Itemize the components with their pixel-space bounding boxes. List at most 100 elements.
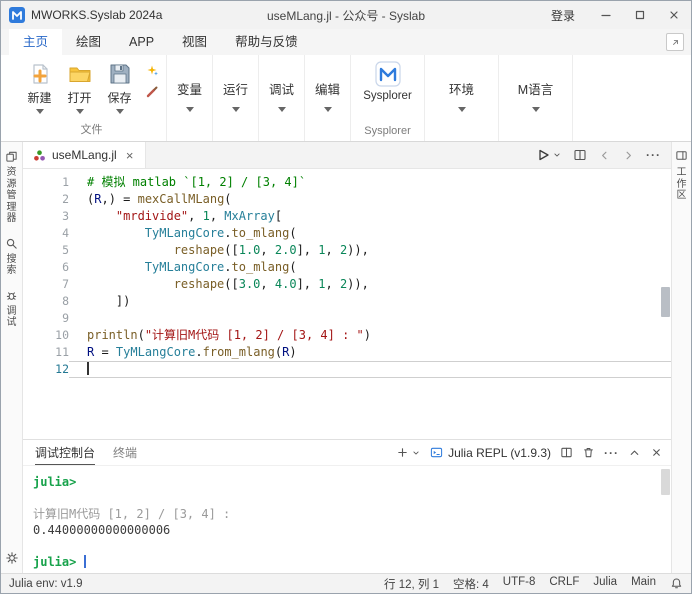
split-panel-icon[interactable] [560, 446, 573, 459]
save-button-label: 保存 [107, 91, 132, 105]
ribbon-group-环境[interactable]: 环境 [425, 55, 499, 141]
ribbon-tab-bar: 主页 绘图 APP 视图 帮助与反馈 [1, 29, 691, 55]
chevron-up-icon[interactable] [628, 446, 641, 459]
text-cursor [87, 362, 89, 375]
code-line[interactable]: 1 # 模拟 matlab `[1, 2] / [3, 4]` [23, 174, 671, 191]
sidebar-item-explorer[interactable]: 资源管理器 [5, 150, 18, 225]
status-item[interactable]: Julia [593, 576, 617, 592]
chevron-down-icon [277, 107, 286, 112]
tab-debug-console[interactable]: 调试控制台 [35, 440, 96, 465]
close-icon[interactable] [123, 148, 137, 163]
code-line[interactable]: 10 println("计算旧M代码 [1, 2] / [3, 4] : ") [23, 327, 671, 344]
sidebar-item-search[interactable]: 搜索 [5, 237, 18, 277]
chevron-down-icon [457, 107, 466, 112]
status-item[interactable]: UTF-8 [503, 576, 536, 592]
chevron-down-icon [115, 109, 124, 114]
ribbon-collapse-icon[interactable] [666, 33, 684, 51]
ribbon-tab-帮助与反馈[interactable]: 帮助与反馈 [221, 29, 312, 55]
julia-env-status[interactable]: Julia env: v1.9 [1, 578, 83, 590]
editor-column: useMLang.jl × ··· 1 # 模拟 matlab `[1, 2] … [23, 142, 671, 573]
open-button[interactable]: 打开 [61, 60, 99, 114]
titlebar-controls: 登录 [537, 1, 691, 29]
code-line[interactable]: 6 TyMLangCore.to_mlang( [23, 259, 671, 276]
code-lines: 1 # 模拟 matlab `[1, 2] / [3, 4]` 2 (R,) = me… [23, 174, 671, 378]
minimize-button[interactable] [589, 1, 623, 29]
debug-icon [5, 289, 18, 302]
tab-terminal[interactable]: 终端 [113, 440, 137, 465]
ribbon-group-M语言[interactable]: M语言 [499, 55, 573, 141]
brush-icon[interactable] [145, 85, 159, 99]
back-icon[interactable] [598, 149, 611, 162]
sidebar-item-workspace[interactable]: 工作区 [675, 149, 688, 202]
status-item[interactable]: 空格: 4 [453, 576, 489, 592]
editor-tab-usemlang[interactable]: useMLang.jl [23, 142, 146, 168]
ribbon-group-sysplorer: Sysplorer Sysplorer [351, 55, 425, 141]
code-line[interactable]: 4 TyMLangCore.to_mlang( [23, 225, 671, 242]
editor-scrollbar[interactable] [661, 287, 670, 317]
sysplorer-icon [374, 61, 401, 87]
explorer-label: 资源管理器 [6, 167, 17, 224]
status-item[interactable]: Main [631, 576, 656, 592]
main-area: 资源管理器 搜索 调试 useMLang.jl × ··· 1 # 模拟 mat… [1, 142, 691, 573]
close-panel-icon[interactable] [650, 446, 663, 459]
open-button-label: 打开 [67, 91, 92, 105]
console-scrollbar[interactable] [661, 469, 670, 495]
panel-controls: Julia REPL (v1.9.3) [396, 446, 671, 460]
ribbon-tab-绘图[interactable]: 绘图 [62, 29, 115, 55]
ribbon-tab-APP[interactable]: APP [115, 29, 168, 55]
ribbon: 新建 打开 保存 文件 变量 运行 调试 编辑 Sysplorer Sysplo… [1, 55, 691, 142]
status-right: 行 12, 列 1 空格: 4 UTF-8 CRLF Julia Main [384, 576, 691, 592]
new-button[interactable]: 新建 [21, 60, 59, 114]
split-editor-icon[interactable] [573, 148, 587, 162]
titlebar-left: MWORKS.Syslab 2024a [1, 7, 162, 23]
code-line[interactable]: 5 reshape([1.0, 2.0], 1, 2)), [23, 242, 671, 259]
ribbon-tab-主页[interactable]: 主页 [9, 29, 63, 55]
more-panel-actions-icon[interactable] [604, 446, 619, 460]
forward-icon[interactable] [622, 149, 635, 162]
code-line[interactable]: 9 [23, 310, 671, 327]
ribbon-tab-视图[interactable]: 视图 [168, 29, 221, 55]
status-item[interactable]: CRLF [549, 576, 579, 592]
file-group-buttons: 新建 打开 保存 [17, 55, 166, 114]
status-item[interactable]: 行 12, 列 1 [384, 576, 439, 592]
sysplorer-button-label: Sysplorer [363, 90, 412, 102]
wand-icon[interactable] [145, 64, 159, 78]
code-line[interactable]: 12 [23, 361, 671, 378]
sysplorer-button[interactable]: Sysplorer [353, 55, 423, 102]
ribbon-group-变量[interactable]: 变量 [167, 55, 213, 141]
bottom-panel: 调试控制台 终端 Julia REPL (v1.9.3) ··· julia> … [23, 439, 671, 573]
chevron-down-icon [413, 451, 419, 454]
editor-tab-bar: useMLang.jl [23, 142, 671, 169]
file-mini-buttons [141, 60, 163, 99]
search-icon [5, 237, 18, 250]
code-editor[interactable]: 1 # 模拟 matlab `[1, 2] / [3, 4]` 2 (R,) = me… [23, 169, 671, 439]
save-button[interactable]: 保存 [101, 60, 139, 114]
code-line[interactable]: 3 "mrdivide", 1, MxArray[ [23, 208, 671, 225]
trash-icon[interactable] [582, 446, 595, 459]
ribbon-group-编辑[interactable]: 编辑 [305, 55, 351, 141]
bell-icon[interactable] [670, 577, 683, 590]
chevron-down-icon [554, 153, 560, 157]
repl-selector[interactable]: Julia REPL (v1.9.3) [430, 446, 551, 460]
workspace-bar: 工作区 [671, 142, 691, 573]
status-bar: Julia env: v1.9 行 12, 列 1 空格: 4 UTF-8 CRLF J… [1, 573, 691, 593]
new-file-icon [28, 62, 52, 86]
maximize-button[interactable] [623, 1, 657, 29]
repl-icon [430, 446, 443, 459]
new-terminal-button[interactable] [396, 446, 421, 459]
ribbon-group-调试[interactable]: 调试 [259, 55, 305, 141]
code-line[interactable]: 11 R = TyMLangCore.from_mlang(R) [23, 344, 671, 361]
run-file-button[interactable] [536, 148, 562, 162]
more-actions-icon[interactable] [646, 148, 661, 162]
debug-console[interactable]: julia> 计算旧M代码 [1, 2] / [3, 4] : 0.440000… [23, 466, 671, 573]
sidebar-item-debug[interactable]: 调试 [5, 289, 18, 329]
gear-icon[interactable] [5, 551, 19, 565]
code-line[interactable]: 2 (R,) = mexCallMLang( [23, 191, 671, 208]
ribbon-group-运行[interactable]: 运行 [213, 55, 259, 141]
code-line[interactable]: 7 reshape([3.0, 4.0], 1, 2)), [23, 276, 671, 293]
code-line[interactable]: 8 ]) [23, 293, 671, 310]
close-window-button[interactable] [657, 1, 691, 29]
login-button[interactable]: 登录 [537, 7, 589, 24]
workspace-label: 工作区 [676, 167, 687, 201]
repl-selector-label: Julia REPL (v1.9.3) [448, 445, 551, 460]
